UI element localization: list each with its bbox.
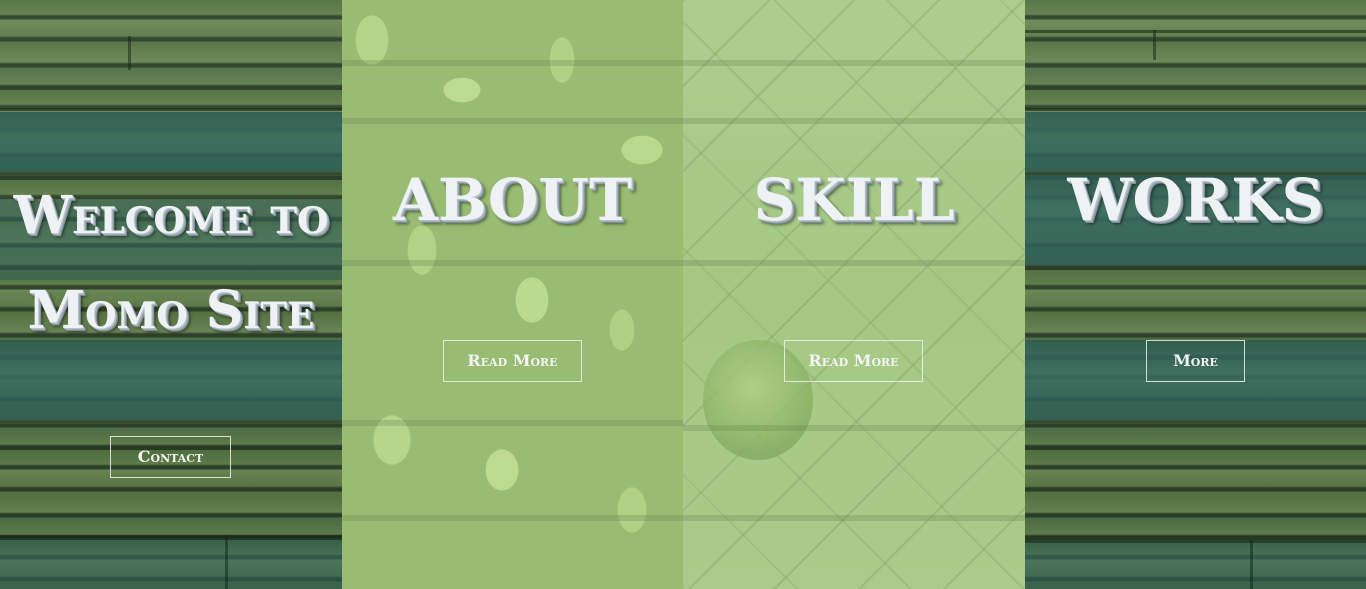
- welcome-title-line2: Momo Site: [27, 280, 315, 341]
- works-panel: WORKS More: [1025, 0, 1366, 589]
- landing-page: Welcome to Momo Site Contact ABOUT Read …: [0, 0, 1366, 589]
- skill-panel: SKILL Read More: [683, 0, 1025, 589]
- stone-joint: [1153, 30, 1156, 60]
- welcome-title: Welcome to Momo Site: [0, 168, 342, 358]
- skill-read-more-button[interactable]: Read More: [784, 340, 923, 382]
- stone-seam: [683, 425, 1025, 431]
- about-read-more-button[interactable]: Read More: [443, 340, 582, 382]
- stone-seam: [1025, 420, 1366, 423]
- stone-seam: [0, 535, 342, 538]
- contact-button[interactable]: Contact: [110, 436, 231, 478]
- stone-seam: [1025, 108, 1366, 111]
- stone-seam: [683, 260, 1025, 266]
- stone-seam: [0, 108, 342, 111]
- stone-seam: [1025, 30, 1366, 33]
- about-title: ABOUT: [392, 166, 633, 234]
- stone-band: [1025, 540, 1366, 589]
- stone-band: [1025, 112, 1366, 172]
- stone-seam: [1025, 540, 1366, 543]
- stone-joint: [128, 36, 131, 70]
- stone-seam: [342, 118, 683, 124]
- works-more-button[interactable]: More: [1146, 340, 1245, 382]
- stone-joint: [1250, 540, 1253, 589]
- stone-seam: [342, 515, 683, 521]
- stone-seam: [683, 118, 1025, 124]
- stone-seam: [683, 60, 1025, 66]
- stone-seam: [342, 60, 683, 66]
- stone-seam: [342, 260, 683, 266]
- stone-seam: [342, 420, 683, 426]
- panel-overlay: [683, 0, 1025, 589]
- stone-seam: [683, 515, 1025, 521]
- stone-joint: [225, 535, 228, 589]
- stone-band: [0, 540, 342, 589]
- stone-seam: [0, 420, 342, 423]
- skill-title: SKILL: [753, 166, 955, 234]
- panel-overlay: [342, 0, 683, 589]
- welcome-panel: Welcome to Momo Site Contact: [0, 0, 342, 589]
- welcome-title-line1: Welcome to: [13, 185, 329, 246]
- about-panel: ABOUT Read More: [342, 0, 683, 589]
- stone-band: [0, 112, 342, 172]
- works-title: WORKS: [1067, 166, 1324, 234]
